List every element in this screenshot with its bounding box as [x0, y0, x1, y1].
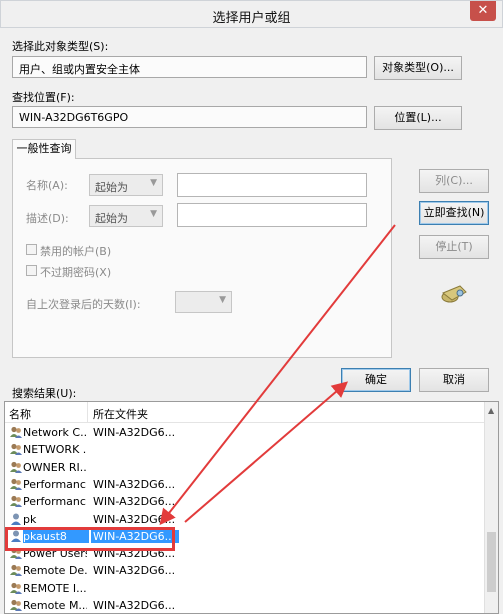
- description-label: 描述(D):: [26, 212, 69, 225]
- row-name: OWNER RI...: [23, 460, 87, 474]
- description-match-combo[interactable]: 起始为 ▼: [89, 205, 163, 227]
- user-icon: [11, 513, 21, 525]
- row-name: Remote M...: [23, 599, 87, 612]
- row-name: REMOTE I...: [23, 581, 87, 595]
- table-row[interactable]: Network C... WIN-A32DG6...: [5, 424, 485, 441]
- description-input[interactable]: [177, 203, 367, 227]
- row-name: NETWORK ...: [23, 443, 87, 457]
- table-row[interactable]: Power Users WIN-A32DG6...: [5, 545, 485, 562]
- user-icon: [11, 530, 21, 542]
- table-row[interactable]: Remote M... WIN-A32DG6...: [5, 597, 485, 613]
- search-results-label: 搜索结果(U):: [12, 387, 77, 400]
- column-header-name[interactable]: 名称: [9, 406, 31, 422]
- days-since-login-label: 自上次登录后的天数(I):: [26, 298, 141, 311]
- table-row[interactable]: pkaust8 WIN-A32DG6...: [5, 528, 485, 545]
- table-row[interactable]: Remote De... WIN-A32DG6...: [5, 562, 485, 579]
- group-icon: [10, 496, 22, 508]
- group-icon: [10, 565, 22, 577]
- disabled-accounts-label: 禁用的帐户(B): [40, 245, 112, 258]
- object-types-button[interactable]: 对象类型(O)...: [374, 56, 462, 80]
- row-name: Remote De...: [23, 564, 87, 578]
- group-icon: [10, 582, 22, 594]
- column-separator: [87, 402, 88, 422]
- row-folder: WIN-A32DG6...: [93, 477, 176, 491]
- no-expire-password-checkbox[interactable]: [26, 265, 37, 276]
- column-header-folder[interactable]: 所在文件夹: [93, 406, 148, 422]
- row-name: Network C...: [23, 426, 87, 439]
- row-folder: WIN-A32DG6...: [93, 495, 176, 509]
- title-bar: 选择用户或组 ✕: [0, 0, 503, 28]
- row-folder: WIN-A32DG6...: [93, 599, 176, 612]
- table-row[interactable]: Performanc... WIN-A32DG6...: [5, 493, 485, 510]
- row-name: pk: [23, 512, 37, 526]
- row-name: Power Users: [23, 547, 87, 561]
- row-folder: WIN-A32DG6...: [93, 564, 176, 578]
- scroll-up-icon[interactable]: ▲: [488, 406, 494, 415]
- location-field: WIN-A32DG6T6GPO: [12, 106, 367, 128]
- chevron-down-icon: ▼: [150, 209, 157, 219]
- group-icon: [10, 426, 22, 438]
- window-title: 选择用户或组: [212, 11, 291, 26]
- chevron-down-icon: ▼: [219, 295, 226, 305]
- group-icon: [10, 547, 22, 560]
- disabled-accounts-checkbox[interactable]: [26, 244, 37, 255]
- ok-button[interactable]: 确定: [341, 368, 411, 392]
- row-folder: WIN-A32DG6...: [93, 512, 176, 526]
- chevron-down-icon: ▼: [150, 178, 157, 188]
- stop-button[interactable]: 停止(T): [419, 235, 489, 259]
- row-folder: WIN-A32DG6...: [91, 529, 180, 543]
- description-match-value: 起始为: [95, 212, 128, 225]
- name-match-combo[interactable]: 起始为 ▼: [89, 174, 163, 196]
- row-name: Performanc...: [23, 495, 87, 509]
- table-row[interactable]: pk WIN-A32DG6...: [5, 511, 485, 528]
- tab-common-queries[interactable]: 一般性查询: [12, 139, 76, 159]
- columns-button[interactable]: 列(C)...: [419, 169, 489, 193]
- table-row[interactable]: NETWORK ...: [5, 441, 485, 458]
- group-icon: [10, 599, 22, 611]
- row-folder: WIN-A32DG6...: [93, 426, 176, 439]
- row-name: Performanc...: [23, 477, 87, 491]
- search-users-icon: [441, 285, 467, 303]
- locations-button[interactable]: 位置(L)...: [374, 106, 462, 130]
- find-now-button[interactable]: 立即查找(N): [419, 201, 489, 225]
- table-row[interactable]: REMOTE I...: [5, 580, 485, 597]
- name-label: 名称(A):: [26, 179, 68, 192]
- location-label: 查找位置(F):: [12, 91, 75, 104]
- group-icon: [10, 444, 22, 456]
- no-expire-password-label: 不过期密码(X): [40, 266, 112, 279]
- name-input[interactable]: [177, 173, 367, 197]
- cancel-button[interactable]: 取消: [419, 368, 489, 392]
- results-scrollbar[interactable]: ▲: [484, 402, 498, 613]
- row-folder: WIN-A32DG6...: [93, 547, 176, 561]
- group-icon: [10, 461, 22, 473]
- object-type-field: 用户、组或内置安全主体: [12, 56, 367, 78]
- object-type-label: 选择此对象类型(S):: [12, 40, 109, 53]
- table-row[interactable]: Performanc... WIN-A32DG6...: [5, 476, 485, 493]
- days-since-login-combo[interactable]: ▼: [175, 291, 232, 313]
- scroll-thumb[interactable]: [487, 532, 496, 592]
- group-icon: [10, 478, 22, 490]
- name-match-value: 起始为: [95, 181, 128, 194]
- results-header: 名称 所在文件夹: [5, 402, 485, 423]
- close-icon: ✕: [477, 3, 489, 18]
- close-button[interactable]: ✕: [470, 1, 496, 21]
- row-name: pkaust8: [23, 529, 89, 543]
- search-results-list[interactable]: 名称 所在文件夹 Network C... WIN-A32DG6... NETWOR…: [4, 401, 499, 614]
- table-row[interactable]: OWNER RI...: [5, 459, 485, 476]
